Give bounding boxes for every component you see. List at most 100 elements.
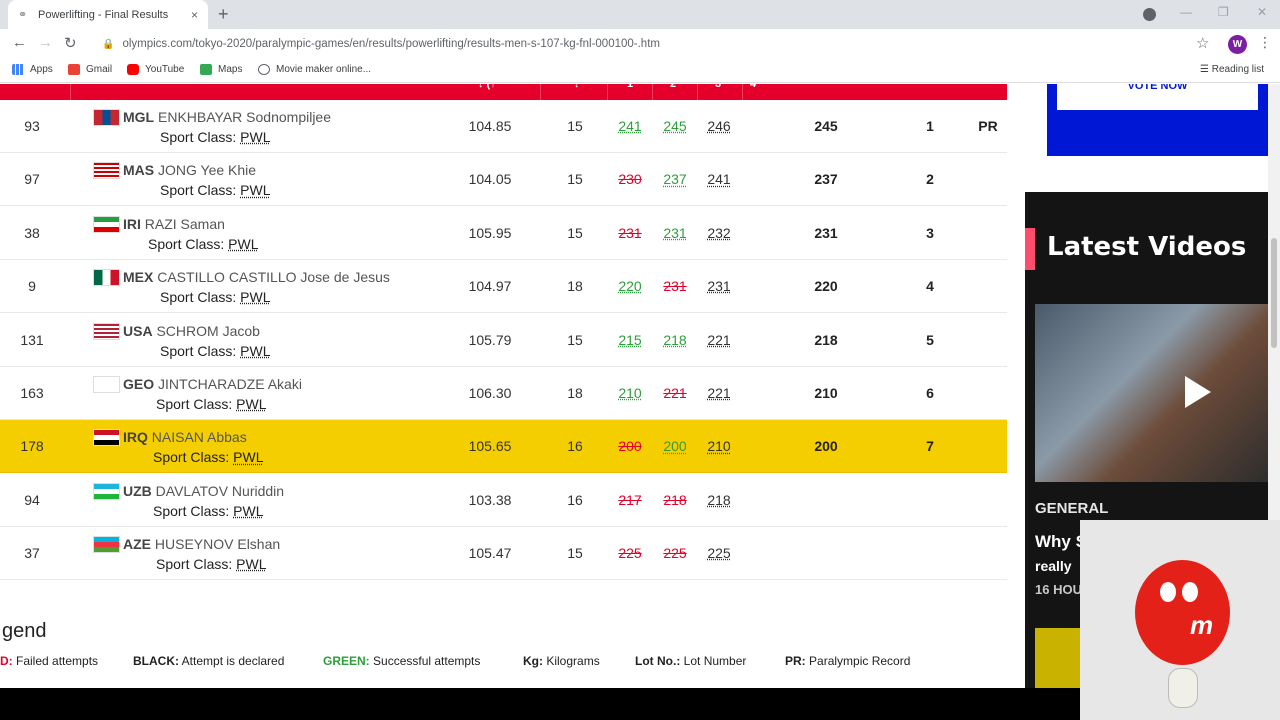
attempt-3[interactable]: 221 [699, 385, 739, 401]
attempt-2[interactable]: 221 [655, 385, 695, 401]
close-window-icon[interactable]: ✕ [1257, 5, 1267, 19]
attempt-3[interactable]: 225 [699, 545, 739, 561]
play-icon[interactable] [1185, 376, 1211, 408]
sport-class-value[interactable]: PWL [236, 396, 266, 412]
mascot-eye [1182, 582, 1198, 602]
legend-item: Lot No.: Lot Number [635, 654, 746, 668]
mascot-eye [1160, 582, 1176, 602]
sport-class-value[interactable]: PWL [240, 129, 270, 145]
country-flag-icon [93, 215, 120, 233]
lot-number: 97 [24, 171, 40, 188]
result: 218 [814, 331, 838, 348]
attempt-1[interactable]: 220 [610, 278, 650, 294]
sport-class-value[interactable]: PWL [240, 343, 270, 359]
attempt-3[interactable]: 241 [699, 171, 739, 187]
profile-avatar[interactable]: W [1228, 35, 1247, 54]
result: 245 [814, 118, 838, 134]
athlete-name[interactable]: MAS JONG Yee Khie [123, 162, 256, 178]
bookmark-label: Movie maker online... [276, 64, 372, 75]
bookmark-apps[interactable]: Apps [12, 64, 53, 75]
rank: 7 [926, 438, 934, 455]
reload-icon[interactable]: ↻ [64, 34, 77, 52]
bookmark-gmail[interactable]: Gmail [68, 64, 112, 75]
athlete-name[interactable]: MEX CASTILLO CASTILLO Jose de Jesus [123, 269, 390, 285]
bookmark-movie-maker[interactable]: Movie maker online... [258, 64, 371, 75]
attempt-2[interactable]: 200 [655, 438, 695, 454]
athlete-name[interactable]: IRI RAZI Saman [123, 216, 225, 232]
sport-class-value[interactable]: PWL [240, 289, 270, 305]
sport-class-value[interactable]: PWL [233, 449, 263, 465]
athlete-name[interactable]: AZE HUSEYNOV Elshan [123, 536, 280, 552]
attempt-2[interactable]: 218 [655, 492, 695, 508]
attempt-2[interactable]: 225 [655, 545, 695, 561]
scrollbar-thumb[interactable] [1271, 238, 1277, 348]
noc-code: USA [123, 322, 153, 339]
athlete-name[interactable]: USA SCHROM Jacob [123, 323, 260, 339]
reading-list-button[interactable]: ☰ Reading list [1200, 64, 1264, 75]
section-accent [1025, 228, 1035, 270]
attempt-1[interactable]: 200 [610, 438, 650, 454]
attempt-2[interactable]: 245 [655, 118, 695, 134]
result: 231 [814, 224, 838, 241]
lot-number: 37 [24, 545, 40, 562]
attempt-2[interactable]: 237 [655, 171, 695, 187]
lot-number: 163 [20, 385, 44, 401]
attempt-2[interactable]: 218 [655, 332, 695, 348]
table-row: 163 GEO JINTCHARADZE Akaki Sport Class: PW… [0, 367, 1007, 420]
video-title-line2[interactable]: really [1035, 558, 1083, 574]
forward-arrow-icon[interactable]: → [38, 34, 53, 51]
attempt-1[interactable]: 230 [610, 171, 650, 187]
attempt-1[interactable]: 231 [610, 225, 650, 241]
attempt-3[interactable]: 231 [699, 278, 739, 294]
attempt-1[interactable]: 217 [610, 492, 650, 508]
bookmark-youtube[interactable]: YouTube [127, 64, 184, 75]
apps-grid-icon [12, 64, 24, 75]
browser-tab[interactable]: ⚭ Powerlifting - Final Results × [8, 0, 208, 29]
lot-number: 9 [28, 278, 36, 295]
vote-now-button[interactable]: VOTE NOW [1057, 84, 1258, 110]
sport-class-value[interactable]: PWL [236, 556, 266, 572]
video-category[interactable]: GENERAL [1035, 500, 1108, 517]
sport-class-value[interactable]: PWL [233, 503, 263, 519]
attempt-3[interactable]: 232 [699, 225, 739, 241]
media-control-icon[interactable] [1143, 8, 1156, 21]
video-thumbnail-2[interactable] [1035, 628, 1080, 688]
attempt-1[interactable]: 210 [610, 385, 650, 401]
back-arrow-icon[interactable]: ← [12, 34, 27, 51]
attempt-2[interactable]: 231 [655, 278, 695, 294]
bookmark-star-icon[interactable]: ☆ [1196, 34, 1209, 52]
header-age[interactable]: ↓ [574, 84, 580, 90]
close-tab-icon[interactable]: × [191, 8, 198, 22]
attempt-3[interactable]: 221 [699, 332, 739, 348]
new-tab-button[interactable]: + [218, 4, 229, 25]
restore-icon[interactable]: ❐ [1218, 5, 1229, 19]
bookmark-maps[interactable]: Maps [200, 64, 242, 75]
athlete-name[interactable]: MGL ENKHBAYAR Sodnompiljee [123, 109, 331, 125]
attempt-1[interactable]: 225 [610, 545, 650, 561]
sidebar-ad-banner[interactable]: VOTE NOW [1047, 84, 1268, 156]
sport-class-value[interactable]: PWL [228, 236, 258, 252]
address-bar[interactable]: 🔒 olympics.com/tokyo-2020/paralympic-gam… [94, 32, 1218, 56]
country-flag-icon [93, 322, 120, 340]
attempt-3[interactable]: 246 [699, 118, 739, 134]
video-thumbnail[interactable] [1035, 304, 1268, 482]
athlete-name[interactable]: IRQ NAISAN Abbas [123, 429, 247, 445]
sport-class-value[interactable]: PWL [240, 182, 270, 198]
kebab-menu-icon[interactable]: ⋮ [1258, 34, 1272, 51]
legend-text: Paralympic Record [809, 654, 911, 668]
attempt-2[interactable]: 231 [655, 225, 695, 241]
header-bodyweight[interactable]: ↓ (↑ [478, 84, 496, 90]
athlete-name[interactable]: UZB DAVLATOV Nuriddin [123, 483, 284, 499]
legend-item: Kg: Kilograms [523, 654, 600, 668]
lock-icon[interactable]: 🔒 [102, 39, 114, 50]
bodyweight: 104.85 [468, 118, 512, 134]
attempt-1[interactable]: 241 [610, 118, 650, 134]
attempt-1[interactable]: 215 [610, 332, 650, 348]
athlete-name[interactable]: GEO JINTCHARADZE Akaki [123, 376, 302, 392]
video-title[interactable]: Why S [1035, 532, 1085, 552]
minimize-icon[interactable]: — [1180, 5, 1192, 19]
country-flag-icon [93, 429, 120, 447]
attempt-3[interactable]: 210 [699, 438, 739, 454]
attempt-3[interactable]: 218 [699, 492, 739, 508]
bookmark-label: Apps [30, 64, 53, 75]
